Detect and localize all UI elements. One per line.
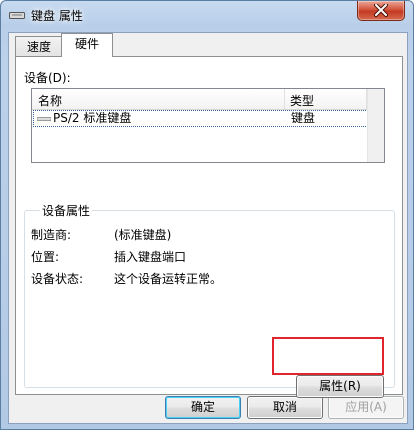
title-bar[interactable]: 键盘 属性: [1, 1, 413, 29]
devices-list[interactable]: 名称 类型 PS/2 标准键盘 键盘: [31, 88, 385, 163]
list-scrollbar[interactable]: [367, 89, 384, 162]
column-type[interactable]: 类型: [290, 92, 314, 109]
device-status-value: 这个设备运转正常。: [114, 272, 223, 286]
window-title: 键盘 属性: [31, 9, 83, 23]
close-icon: [374, 4, 388, 17]
column-divider[interactable]: [284, 89, 285, 109]
tab-hardware[interactable]: 硬件: [61, 33, 113, 57]
properties-button[interactable]: 属性(R): [296, 375, 384, 398]
manufacturer-value: (标准键盘): [114, 228, 172, 242]
list-header: 名称 类型: [32, 89, 384, 110]
keyboard-device-icon: [37, 117, 51, 121]
device-status-label: 设备状态:: [31, 272, 84, 286]
device-name: PS/2 标准键盘: [53, 111, 132, 125]
close-button[interactable]: [357, 1, 405, 21]
hardware-panel: 设备(D): 名称 类型 PS/2 标准键盘 键盘 设备属性 制造商: (标准键…: [15, 56, 403, 398]
properties-window: 键盘 属性 速度 硬件 设备(D): 名称 类型 PS/2 标准键盘 键盘 设备…: [0, 0, 414, 430]
column-name[interactable]: 名称: [38, 92, 62, 109]
manufacturer-label: 制造商:: [31, 228, 72, 242]
list-item[interactable]: PS/2 标准键盘 键盘: [33, 110, 368, 127]
keyboard-icon: [9, 12, 25, 19]
tab-speed[interactable]: 速度: [15, 36, 63, 57]
device-properties-group: [24, 210, 395, 388]
apply-button[interactable]: 应用(A): [328, 396, 404, 419]
ok-button[interactable]: 确定: [165, 396, 241, 419]
group-title: 设备属性: [40, 202, 93, 219]
location-label: 位置:: [31, 250, 60, 264]
device-type: 键盘: [291, 111, 316, 125]
devices-label: 设备(D):: [24, 71, 71, 85]
dialog-body: 速度 硬件 设备(D): 名称 类型 PS/2 标准键盘 键盘 设备属性 制造商…: [8, 32, 408, 424]
cancel-button[interactable]: 取消: [247, 396, 323, 419]
location-value: 插入键盘端口: [114, 250, 187, 264]
